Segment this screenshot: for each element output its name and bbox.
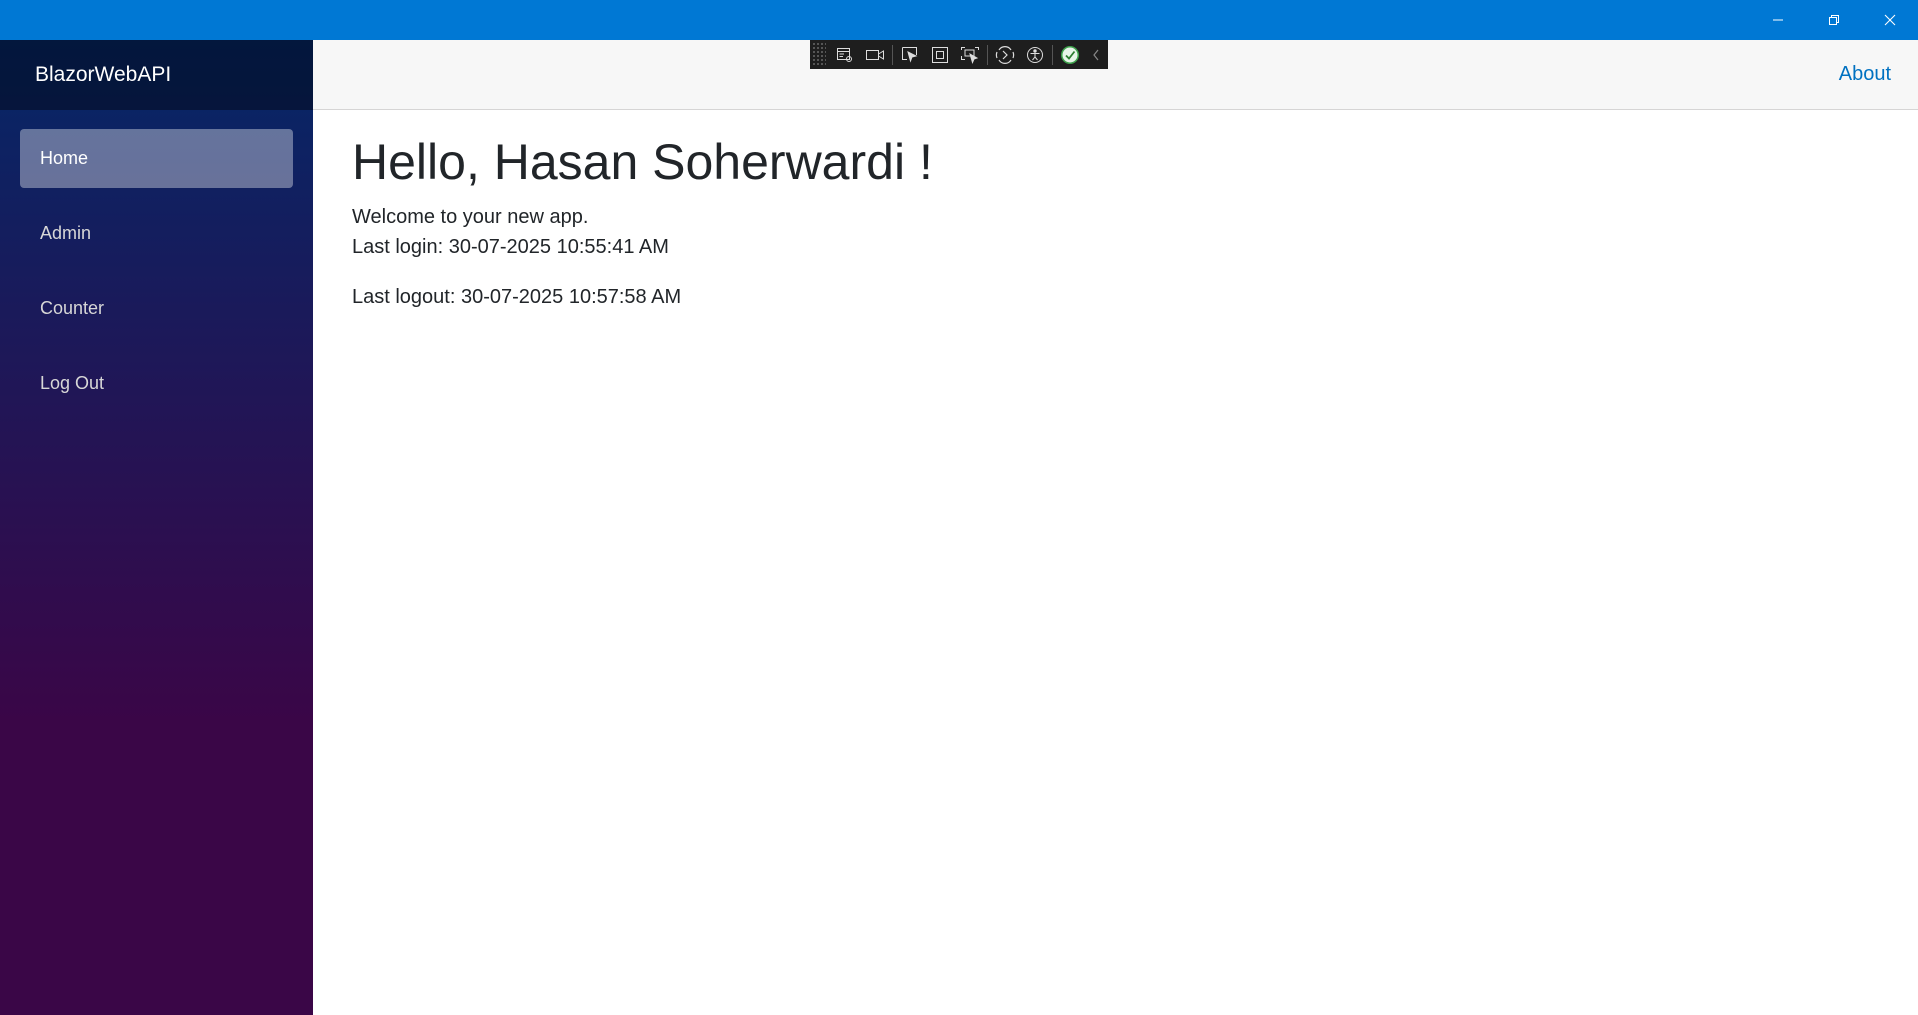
toolbar-separator xyxy=(892,44,893,65)
close-button[interactable] xyxy=(1862,0,1918,40)
toolbar-grip[interactable] xyxy=(812,42,826,67)
live-visual-tree-button[interactable] xyxy=(830,40,860,69)
accessibility-icon xyxy=(1026,46,1044,64)
collapse-chevron-icon xyxy=(1091,48,1101,62)
sidebar-item-label: Home xyxy=(40,148,89,168)
record-icon xyxy=(865,48,885,62)
sidebar-item-label: Counter xyxy=(40,298,105,318)
minimize-icon xyxy=(1772,14,1784,26)
collapse-toolbar-button[interactable] xyxy=(1085,40,1107,69)
status-ok-icon xyxy=(1060,45,1080,65)
sidebar-item-admin[interactable]: Admin xyxy=(20,204,293,263)
brand-bar: BlazorWebAPI xyxy=(0,40,313,110)
brand-link[interactable]: BlazorWebAPI xyxy=(35,63,171,87)
window-titlebar[interactable] xyxy=(0,0,1918,40)
nav-menu: Home Admin Counter Log Out xyxy=(0,110,313,413)
status-button[interactable] xyxy=(1055,40,1085,69)
content: Hello, Hasan Soherwardi ! Welcome to you… xyxy=(313,110,1918,312)
live-visual-tree-icon xyxy=(836,47,854,63)
display-layout-adorners-icon xyxy=(931,46,949,64)
select-element-icon xyxy=(901,46,919,64)
app-root: BlazorWebAPI Home Admin Counter Log Out … xyxy=(0,40,1918,1015)
restore-button[interactable] xyxy=(1806,0,1862,40)
debug-toolbar xyxy=(810,40,1108,69)
sidebar: BlazorWebAPI Home Admin Counter Log Out xyxy=(0,40,313,1015)
record-button[interactable] xyxy=(860,40,890,69)
hot-reload-icon xyxy=(995,45,1015,64)
toolbar-separator xyxy=(987,44,988,65)
sidebar-item-label: Admin xyxy=(40,223,92,243)
sidebar-item-logout[interactable]: Log Out xyxy=(20,354,293,413)
track-focus-button[interactable] xyxy=(955,40,985,69)
welcome-text: Welcome to your new app. xyxy=(352,206,589,228)
close-icon xyxy=(1884,14,1896,26)
about-link[interactable]: About xyxy=(1839,63,1891,86)
sidebar-item-counter[interactable]: Counter xyxy=(20,279,293,338)
track-focus-icon xyxy=(960,46,980,64)
last-logout-text: Last logout: 30-07-2025 10:57:58 AM xyxy=(352,286,682,308)
minimize-button[interactable] xyxy=(1750,0,1806,40)
window-controls xyxy=(1750,0,1918,40)
last-login-text: Last login: 30-07-2025 10:55:41 AM xyxy=(352,236,669,258)
hot-reload-button[interactable] xyxy=(990,40,1020,69)
sidebar-item-home[interactable]: Home xyxy=(20,129,293,188)
toolbar-separator xyxy=(1052,44,1053,65)
sidebar-item-label: Log Out xyxy=(40,373,105,393)
accessibility-button[interactable] xyxy=(1020,40,1050,69)
page-title: Hello, Hasan Soherwardi ! xyxy=(352,134,933,190)
top-row: About xyxy=(313,40,1918,110)
restore-icon xyxy=(1828,14,1840,26)
select-element-button[interactable] xyxy=(895,40,925,69)
display-layout-adorners-button[interactable] xyxy=(925,40,955,69)
main-area: About Hello, Hasan Soherwardi ! Welcome … xyxy=(313,40,1918,1015)
